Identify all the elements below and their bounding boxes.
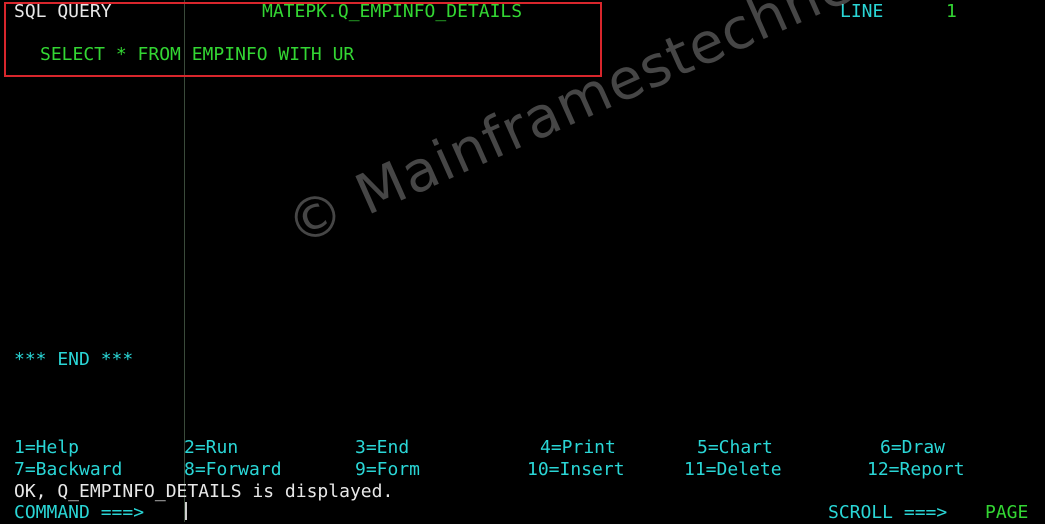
pf-key-print[interactable]: 4=Print	[540, 437, 616, 459]
pf-key-run[interactable]: 2=Run	[184, 437, 238, 459]
pf-key-end[interactable]: 3=End	[355, 437, 409, 459]
pf-key-draw[interactable]: 6=Draw	[880, 437, 945, 459]
sql-statement[interactable]: SELECT * FROM EMPINFO WITH UR	[40, 44, 354, 66]
pf-key-form[interactable]: 9=Form	[355, 459, 420, 481]
pf-key-insert[interactable]: 10=Insert	[527, 459, 625, 481]
panel-label: SQL QUERY	[14, 1, 112, 22]
pf-key-delete[interactable]: 11=Delete	[684, 459, 782, 481]
query-name: MATEPK.Q_EMPINFO_DETAILS	[262, 1, 523, 22]
scroll-value[interactable]: PAGE	[985, 502, 1028, 524]
text-cursor	[185, 502, 187, 520]
scroll-label: SCROLL ===>	[828, 502, 948, 523]
pf-key-backward[interactable]: 7=Backward	[14, 459, 122, 481]
pf-key-report[interactable]: 12=Report	[867, 459, 965, 481]
status-message: OK, Q_EMPINFO_DETAILS is displayed.	[14, 481, 394, 502]
end-marker: *** END ***	[14, 349, 134, 370]
pf-key-help[interactable]: 1=Help	[14, 437, 79, 459]
pf-key-chart[interactable]: 5=Chart	[697, 437, 773, 459]
line-number: 1	[946, 1, 957, 22]
command-label: COMMAND ===>	[14, 502, 145, 523]
pf-key-forward[interactable]: 8=Forward	[184, 459, 282, 481]
